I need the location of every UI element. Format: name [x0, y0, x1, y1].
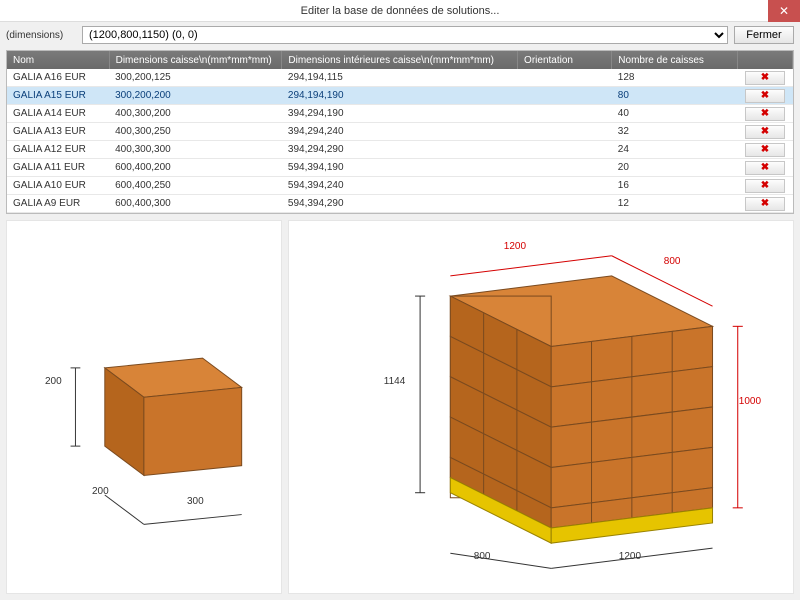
cell-dims: 400,300,250 — [109, 123, 282, 141]
pallet-top-width-label: 800 — [664, 256, 681, 267]
dimensions-label: (dimensions) — [6, 30, 76, 41]
pallet-stack-height-label: 1000 — [739, 396, 761, 407]
cell-orient — [518, 195, 612, 213]
pallet-length-label: 1200 — [619, 551, 641, 562]
table-row[interactable]: GALIA A15 EUR300,200,200294,194,190 80 ✖ — [7, 87, 793, 105]
cell-inner: 394,294,190 — [282, 105, 518, 123]
col-orient[interactable]: Orientation — [518, 51, 612, 69]
col-nom[interactable]: Nom — [7, 51, 109, 69]
cell-inner: 294,194,115 — [282, 69, 518, 87]
cell-count: 128 — [612, 69, 738, 87]
cell-delete: ✖ — [737, 177, 792, 195]
cell-inner: 594,394,190 — [282, 159, 518, 177]
pallet-svg — [289, 221, 793, 593]
cell-dims: 300,200,125 — [109, 69, 282, 87]
pallet-total-height-label: 1144 — [384, 376, 406, 387]
table-row[interactable]: GALIA A11 EUR600,400,200594,394,190 20 ✖ — [7, 159, 793, 177]
cell-delete: ✖ — [737, 141, 792, 159]
cell-orient — [518, 159, 612, 177]
cell-count: 24 — [612, 141, 738, 159]
cell-count: 16 — [612, 177, 738, 195]
cell-nom: GALIA A9 EUR — [7, 195, 109, 213]
delete-row-button[interactable]: ✖ — [745, 71, 785, 85]
col-inner[interactable]: Dimensions intérieures caisse\n(mm*mm*mm… — [282, 51, 518, 69]
col-delete — [737, 51, 792, 69]
delete-row-button[interactable]: ✖ — [745, 197, 785, 211]
cell-nom: GALIA A11 EUR — [7, 159, 109, 177]
table-row[interactable]: GALIA A16 EUR300,200,125294,194,115 128 ✖ — [7, 69, 793, 87]
table-row[interactable]: GALIA A12 EUR400,300,300394,294,290 24 ✖ — [7, 141, 793, 159]
delete-row-button[interactable]: ✖ — [745, 143, 785, 157]
col-count[interactable]: Nombre de caisses — [612, 51, 738, 69]
cell-nom: GALIA A12 EUR — [7, 141, 109, 159]
cell-dims: 400,300,200 — [109, 105, 282, 123]
cell-dims: 600,400,200 — [109, 159, 282, 177]
close-button[interactable]: Fermer — [734, 26, 794, 44]
cell-delete: ✖ — [737, 159, 792, 177]
cell-count: 80 — [612, 87, 738, 105]
cell-inner: 594,394,290 — [282, 195, 518, 213]
cell-dims: 600,400,300 — [109, 195, 282, 213]
pallet-width-label: 800 — [474, 551, 491, 562]
cell-delete: ✖ — [737, 69, 792, 87]
cell-delete: ✖ — [737, 195, 792, 213]
delete-row-button[interactable]: ✖ — [745, 107, 785, 121]
box-depth-label: 200 — [92, 486, 109, 497]
cell-inner: 594,394,240 — [282, 177, 518, 195]
dimensions-dropdown[interactable]: (1200,800,1150) (0, 0) — [82, 26, 728, 44]
table-row[interactable]: GALIA A13 EUR400,300,250394,294,240 32 ✖ — [7, 123, 793, 141]
cell-delete: ✖ — [737, 87, 792, 105]
controls-row: (dimensions) (1200,800,1150) (0, 0) Ferm… — [0, 22, 800, 48]
cell-orient — [518, 177, 612, 195]
cell-nom: GALIA A10 EUR — [7, 177, 109, 195]
cell-inner: 394,294,240 — [282, 123, 518, 141]
table-row[interactable]: GALIA A10 EUR600,400,250594,394,240 16 ✖ — [7, 177, 793, 195]
cell-count: 12 — [612, 195, 738, 213]
box-width-label: 300 — [187, 496, 204, 507]
col-dims[interactable]: Dimensions caisse\n(mm*mm*mm) — [109, 51, 282, 69]
cell-inner: 394,294,290 — [282, 141, 518, 159]
table-header-row: Nom Dimensions caisse\n(mm*mm*mm) Dimens… — [7, 51, 793, 69]
cell-nom: GALIA A16 EUR — [7, 69, 109, 87]
cell-dims: 300,200,200 — [109, 87, 282, 105]
cell-dims: 600,400,250 — [109, 177, 282, 195]
cell-count: 40 — [612, 105, 738, 123]
window-title: Editer la base de données de solutions..… — [301, 5, 500, 17]
cell-dims: 400,300,300 — [109, 141, 282, 159]
preview-area: 200 200 300 — [0, 214, 800, 600]
window-titlebar: Editer la base de données de solutions..… — [0, 0, 800, 22]
solutions-table: Nom Dimensions caisse\n(mm*mm*mm) Dimens… — [6, 50, 794, 214]
close-icon: ✕ — [779, 4, 789, 18]
cell-inner: 294,194,190 — [282, 87, 518, 105]
cell-delete: ✖ — [737, 123, 792, 141]
table-row[interactable]: GALIA A14 EUR400,300,200394,294,190 40 ✖ — [7, 105, 793, 123]
cell-orient — [518, 69, 612, 87]
pallet-preview-pane: 1200 800 1144 1000 800 1200 — [288, 220, 794, 594]
pallet-top-length-label: 1200 — [504, 241, 526, 252]
cell-delete: ✖ — [737, 105, 792, 123]
cell-nom: GALIA A14 EUR — [7, 105, 109, 123]
cell-count: 32 — [612, 123, 738, 141]
box-svg — [7, 221, 281, 593]
cell-orient — [518, 141, 612, 159]
cell-nom: GALIA A15 EUR — [7, 87, 109, 105]
cell-orient — [518, 105, 612, 123]
box-height-label: 200 — [45, 376, 62, 387]
delete-row-button[interactable]: ✖ — [745, 161, 785, 175]
box-preview-pane: 200 200 300 — [6, 220, 282, 594]
cell-orient — [518, 123, 612, 141]
delete-row-button[interactable]: ✖ — [745, 125, 785, 139]
table-row[interactable]: GALIA A9 EUR600,400,300594,394,290 12 ✖ — [7, 195, 793, 213]
cell-orient — [518, 87, 612, 105]
cell-nom: GALIA A13 EUR — [7, 123, 109, 141]
delete-row-button[interactable]: ✖ — [745, 179, 785, 193]
cell-count: 20 — [612, 159, 738, 177]
window-close-button[interactable]: ✕ — [768, 0, 800, 22]
delete-row-button[interactable]: ✖ — [745, 89, 785, 103]
